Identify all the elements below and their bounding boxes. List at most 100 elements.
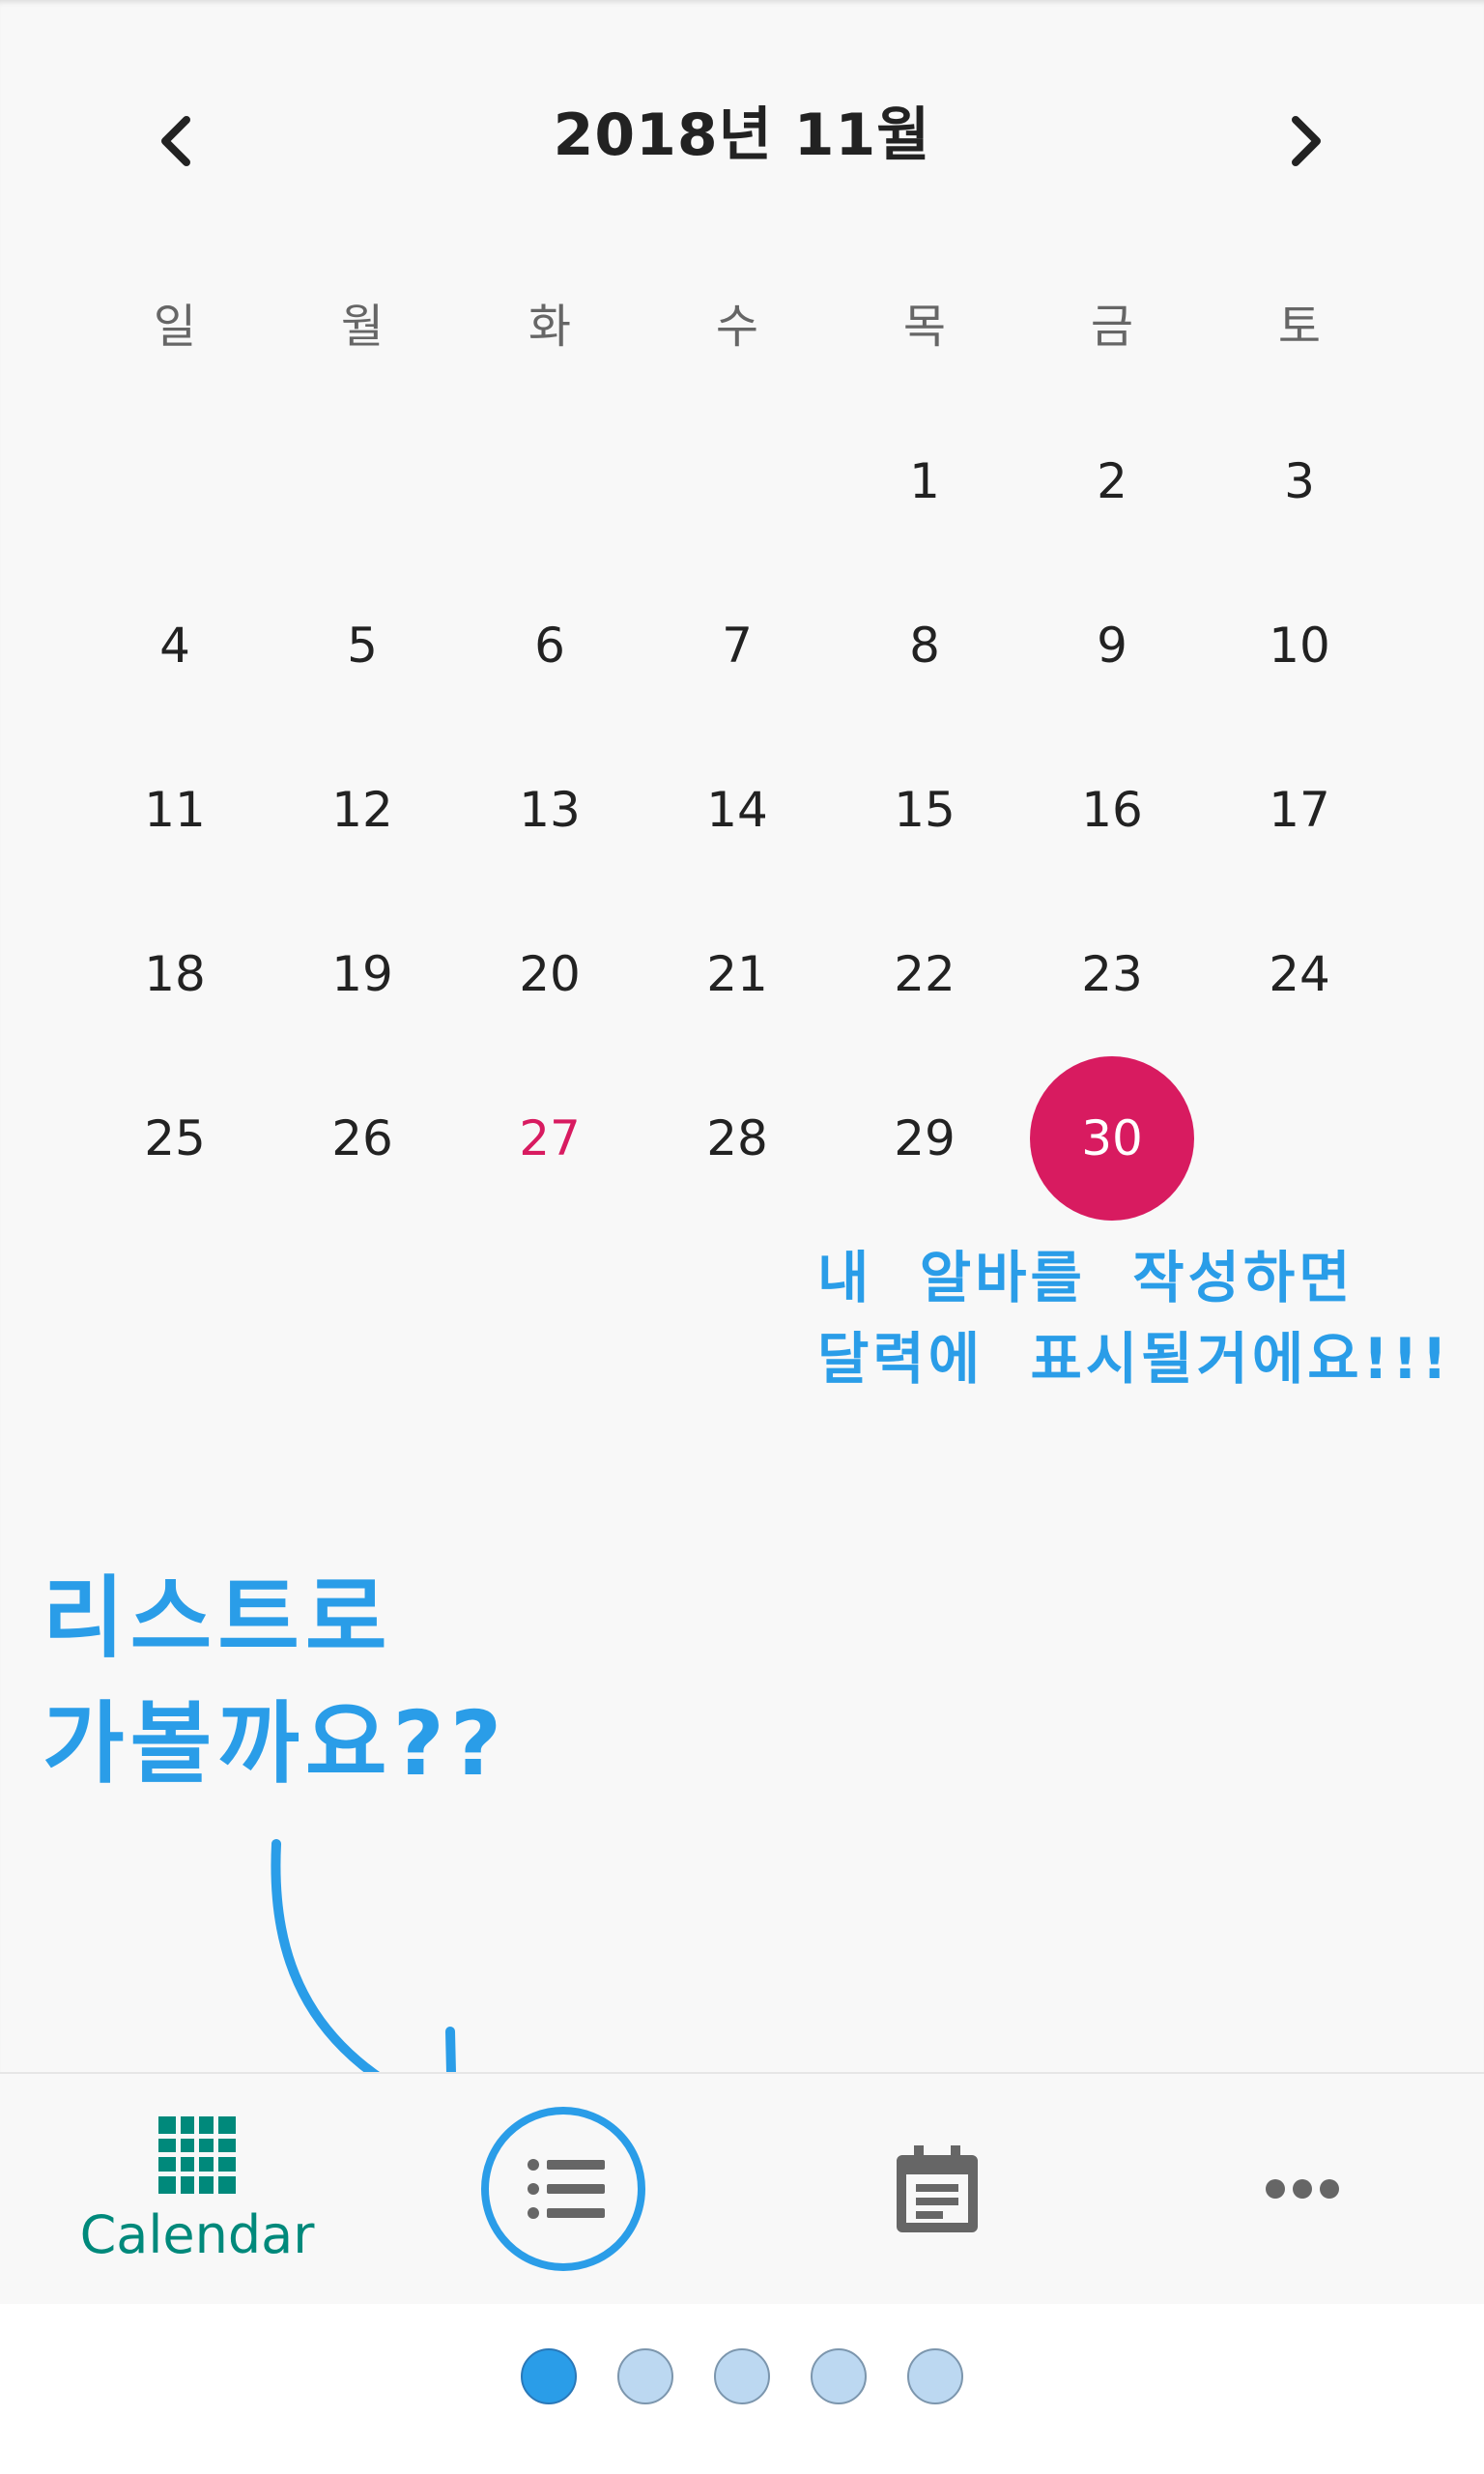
day-cell[interactable]: 14 bbox=[643, 752, 831, 868]
day-number: 25 bbox=[144, 1110, 206, 1166]
day-number: 21 bbox=[706, 946, 768, 1002]
day-cell[interactable]: 29 bbox=[831, 1080, 1018, 1196]
day-number: 10 bbox=[1269, 618, 1330, 674]
day-cell[interactable]: 30 bbox=[1018, 1080, 1206, 1196]
weekday-label: 토 bbox=[1277, 300, 1322, 354]
day-cell[interactable]: 12 bbox=[269, 752, 456, 868]
day-cell[interactable]: 23 bbox=[1018, 916, 1206, 1032]
week-row: 4 5 6 7 8 9 10 bbox=[81, 588, 1393, 704]
weekday-label: 월 bbox=[340, 300, 385, 354]
day-cell[interactable]: 1 bbox=[831, 423, 1018, 539]
day-number: 24 bbox=[1269, 946, 1330, 1002]
day-number: 3 bbox=[1284, 453, 1315, 509]
day-cell[interactable]: 13 bbox=[456, 752, 643, 868]
page-dot[interactable] bbox=[811, 2348, 867, 2404]
chevron-right-icon bbox=[1292, 116, 1321, 166]
nav-list[interactable] bbox=[381, 2074, 752, 2304]
weekday-header: 일 월 화 수 목 금 토 bbox=[81, 269, 1393, 375]
day-cell[interactable]: 6 bbox=[456, 588, 643, 704]
day-number: 23 bbox=[1081, 946, 1143, 1002]
weekday-label: 금 bbox=[1090, 300, 1134, 354]
day-cell[interactable]: 15 bbox=[831, 752, 1018, 868]
page-dot[interactable] bbox=[617, 2348, 673, 2404]
weekday-label: 수 bbox=[715, 300, 759, 354]
day-cell[interactable]: 7 bbox=[643, 588, 831, 704]
day-cell[interactable]: 3 bbox=[1206, 423, 1393, 539]
day-number: 18 bbox=[144, 946, 206, 1002]
day-cell[interactable]: 22 bbox=[831, 916, 1018, 1032]
day-number: 30 bbox=[1081, 1110, 1143, 1166]
nav-more[interactable] bbox=[1117, 2074, 1484, 2304]
day-cell[interactable]: 2 bbox=[1018, 423, 1206, 539]
prev-month-button[interactable] bbox=[137, 102, 214, 180]
empty-day-cell bbox=[1206, 1080, 1393, 1196]
event-note-icon bbox=[897, 2145, 978, 2232]
empty-day-cell bbox=[643, 423, 831, 539]
day-cell[interactable]: 26 bbox=[269, 1080, 456, 1196]
day-number: 17 bbox=[1269, 782, 1330, 838]
grid-calendar-icon bbox=[158, 2115, 236, 2194]
next-month-button[interactable] bbox=[1268, 102, 1345, 180]
day-number: 27 bbox=[519, 1110, 581, 1166]
empty-day-cell bbox=[81, 423, 269, 539]
month-title: 2018년 11월 bbox=[553, 101, 931, 169]
day-number: 29 bbox=[894, 1110, 956, 1166]
page-dot[interactable] bbox=[521, 2348, 577, 2404]
day-cell[interactable]: 18 bbox=[81, 916, 269, 1032]
week-row: 1 2 3 bbox=[81, 423, 1393, 539]
empty-day-cell bbox=[269, 423, 456, 539]
day-cell[interactable]: 25 bbox=[81, 1080, 269, 1196]
day-number: 12 bbox=[331, 782, 393, 838]
day-number: 6 bbox=[534, 618, 565, 674]
week-row: 18 19 20 21 22 23 24 bbox=[81, 916, 1393, 1032]
day-cell[interactable]: 11 bbox=[81, 752, 269, 868]
bottom-navigation: Calendar bbox=[0, 2072, 1484, 2304]
day-number: 9 bbox=[1097, 618, 1127, 674]
page-dot[interactable] bbox=[714, 2348, 770, 2404]
day-cell[interactable]: 8 bbox=[831, 588, 1018, 704]
nav-calendar[interactable]: Calendar bbox=[12, 2074, 383, 2304]
day-number: 2 bbox=[1097, 453, 1127, 509]
day-number: 15 bbox=[894, 782, 956, 838]
day-number: 11 bbox=[144, 782, 206, 838]
day-number: 14 bbox=[706, 782, 768, 838]
day-number: 4 bbox=[159, 618, 190, 674]
day-number: 20 bbox=[519, 946, 581, 1002]
week-row: 11 12 13 14 15 16 17 bbox=[81, 752, 1393, 868]
day-number: 16 bbox=[1081, 782, 1143, 838]
weekday-label: 일 bbox=[153, 300, 197, 354]
more-horiz-icon bbox=[1266, 2179, 1339, 2199]
annotation-calendar-note: 내 알바를 작성하면 달력에 표시될거에요!!! bbox=[817, 1245, 1451, 1392]
chevron-left-icon bbox=[161, 116, 190, 166]
week-row: 25 26 27 28 29 30 bbox=[81, 1080, 1393, 1196]
day-cell[interactable]: 10 bbox=[1206, 588, 1393, 704]
day-number: 28 bbox=[706, 1110, 768, 1166]
list-icon bbox=[528, 2159, 605, 2219]
day-number: 1 bbox=[909, 453, 940, 509]
day-cell[interactable]: 4 bbox=[81, 588, 269, 704]
page-dot[interactable] bbox=[907, 2348, 963, 2404]
nav-calendar-label: Calendar bbox=[79, 2203, 315, 2265]
weekday-label: 목 bbox=[902, 300, 947, 354]
day-number: 8 bbox=[909, 618, 940, 674]
day-number: 26 bbox=[331, 1110, 393, 1166]
day-cell[interactable]: 28 bbox=[643, 1080, 831, 1196]
day-cell[interactable]: 17 bbox=[1206, 752, 1393, 868]
calendar-screen: 2018년 11월 일 월 화 수 목 금 토 1 2 3 4 5 6 7 8 9 10 11 12 1… bbox=[0, 0, 1484, 2304]
day-cell[interactable]: 27 bbox=[456, 1080, 643, 1196]
day-number: 22 bbox=[894, 946, 956, 1002]
day-cell[interactable]: 24 bbox=[1206, 916, 1393, 1032]
day-cell[interactable]: 16 bbox=[1018, 752, 1206, 868]
day-cell[interactable]: 21 bbox=[643, 916, 831, 1032]
weekday-label: 화 bbox=[528, 300, 572, 354]
day-cell[interactable]: 9 bbox=[1018, 588, 1206, 704]
day-number: 7 bbox=[722, 618, 753, 674]
day-number: 5 bbox=[347, 618, 378, 674]
day-cell[interactable]: 5 bbox=[269, 588, 456, 704]
page-indicator bbox=[0, 2348, 1484, 2416]
day-cell[interactable]: 20 bbox=[456, 916, 643, 1032]
nav-schedule[interactable] bbox=[752, 2074, 1123, 2304]
day-cell[interactable]: 19 bbox=[269, 916, 456, 1032]
day-number: 13 bbox=[519, 782, 581, 838]
annotation-list-note: 리스트로 가볼까요?? bbox=[43, 1567, 508, 1796]
